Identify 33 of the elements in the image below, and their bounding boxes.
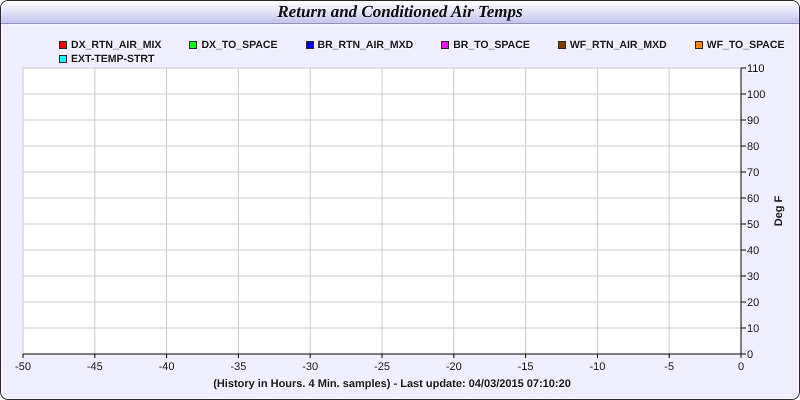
legend-label: BR_RTN_AIR_MXD [318,38,414,52]
x-axis-label: (History in Hours. 4 Min. samples) - Last update: 04/03/2015 07:10:20 [213,378,571,390]
y-axis-label: Deg F [773,196,785,226]
x-tick-label: 0 [738,361,744,373]
y-tick-label: 40 [747,245,760,257]
x-tick-label: -35 [230,361,246,373]
x-tick-label: -50 [15,361,31,373]
legend-label: BR_TO_SPACE [453,38,530,52]
x-tick-label: -45 [86,361,103,373]
chart-title: Return and Conditioned Air Temps [277,1,523,24]
y-tick-label: 50 [747,219,760,231]
legend-label: DX_TO_SPACE [201,38,278,52]
legend-label: EXT-TEMP-STRT [71,52,154,66]
y-tick-label: 70 [747,167,760,179]
y-tick-label: 0 [747,349,754,361]
x-tick-label: -15 [518,361,534,373]
x-tick-label: -5 [664,361,674,373]
y-tick-label: 90 [747,115,760,127]
x-tick-label: -20 [446,361,462,373]
y-tick-label: 60 [747,193,760,205]
legend-label: WF_RTN_AIR_MXD [570,38,667,52]
x-tick-label: -30 [302,361,318,373]
y-tick-label: 30 [747,271,760,283]
y-tick-label: 110 [747,63,765,75]
legend-label: DX_RTN_AIR_MIX [71,38,162,52]
legend-label: WF_TO_SPACE [706,38,784,52]
y-tick-label: 100 [747,89,766,101]
x-tick-label: -25 [374,361,390,373]
x-tick-label: -40 [158,361,175,373]
x-tick-label: -10 [589,361,606,373]
y-tick-label: 80 [747,141,760,153]
y-tick-label: 20 [747,297,760,309]
y-tick-label: 10 [747,323,760,335]
